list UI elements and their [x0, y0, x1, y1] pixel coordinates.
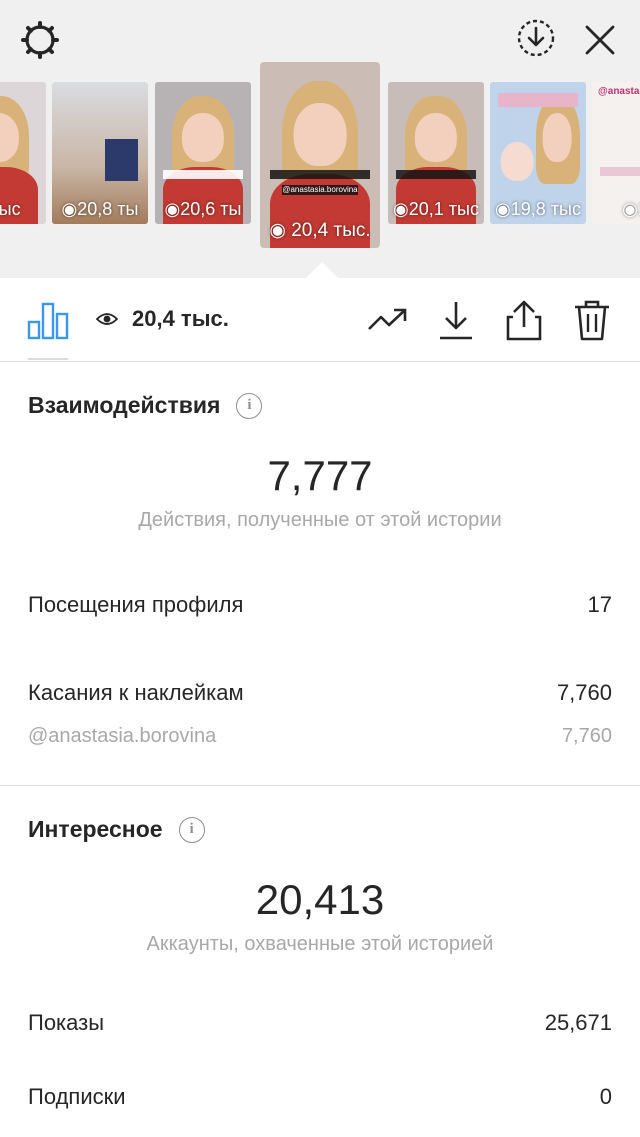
story-views-label: 4 тыс: [0, 199, 21, 219]
story-thumbnail[interactable]: ◉20,1 тыс: [388, 82, 484, 224]
story-thumbnail[interactable]: @anastasi ◉19: [592, 82, 640, 224]
stat-row-impressions: Показы 25,671: [28, 1010, 612, 1035]
story-tag: @anastasi: [598, 86, 640, 97]
eye-icon: ◉: [164, 199, 181, 219]
story-thumbnail[interactable]: 4 тыс: [0, 82, 46, 224]
eye-icon: ◉: [269, 220, 286, 241]
story-views-label: ◉20,1 тыс: [393, 199, 479, 219]
discovery-total: 20,413: [255, 876, 385, 923]
info-icon[interactable]: i: [236, 392, 263, 419]
trash-icon[interactable]: [570, 298, 614, 342]
story-views-label: ◉19: [592, 199, 640, 220]
story-thumbnail[interactable]: ◉20,8 ты: [52, 82, 148, 224]
eye-icon: ◉: [393, 199, 409, 219]
download-circle-icon[interactable]: [514, 16, 558, 60]
info-icon[interactable]: i: [178, 816, 205, 843]
views-summary: 20,4 тыс.: [96, 306, 229, 332]
interactions-total: 7,777: [267, 452, 373, 499]
story-thumbnail[interactable]: ◉19,8 тыс: [490, 82, 586, 224]
story-insights-toolbar: 20,4 тыс.: [0, 278, 640, 362]
story-views-label: ◉20,6 ты: [164, 199, 242, 219]
interactions-section: Взаимодействия i 7,777 Действия, получен…: [0, 363, 640, 785]
story-views-label: ◉20,8 ты: [61, 199, 139, 219]
discovery-caption: Аккаунты, охваченные этой историей: [146, 933, 494, 955]
trend-up-icon[interactable]: [366, 298, 410, 342]
section-title: Взаимодействия i: [28, 392, 263, 419]
gear-icon[interactable]: [18, 18, 62, 62]
story-thumbnail-strip[interactable]: 4 тыс ◉20,8 ты ◉20,6 ты @anastasia.borov…: [0, 60, 640, 250]
tab-underline: [28, 358, 68, 360]
stat-subrow-mention: @anastasia.borovina 7,760: [28, 725, 612, 747]
stat-row-sticker-taps: Касания к наклейкам 7,760: [28, 680, 612, 705]
interactions-caption: Действия, полученные от этой истории: [138, 509, 502, 531]
discovery-section: Интересное i 20,413 Аккаунты, охваченные…: [0, 786, 640, 1137]
stat-row-profile-visits: Посещения профиля 17: [28, 592, 612, 617]
story-thumbnail[interactable]: ◉20,6 ты: [155, 82, 251, 224]
story-header-area: 4 тыс ◉20,8 ты ◉20,6 ты @anastasia.borov…: [0, 0, 640, 278]
close-icon[interactable]: [578, 18, 622, 62]
download-icon[interactable]: [434, 298, 478, 342]
eye-icon: [96, 313, 118, 325]
story-thumbnail-selected[interactable]: @anastasia.borovina ◉ 20,4 тыс.: [260, 62, 380, 248]
bar-chart-icon[interactable]: [26, 298, 70, 342]
views-count: 20,4 тыс.: [132, 306, 229, 331]
stat-row-follows: Подписки 0: [28, 1084, 612, 1109]
eye-icon: ◉: [61, 199, 78, 219]
mention-sticker: @anastasia.borovina: [281, 184, 359, 195]
eye-icon: ◉: [622, 199, 638, 219]
story-views-label: ◉ 20,4 тыс.: [269, 220, 371, 241]
eye-icon: ◉: [495, 199, 511, 219]
share-icon[interactable]: [502, 298, 546, 342]
selected-pointer: [306, 262, 338, 278]
section-title: Интересное i: [28, 816, 205, 843]
story-views-label: ◉19,8 тыс: [495, 199, 581, 219]
